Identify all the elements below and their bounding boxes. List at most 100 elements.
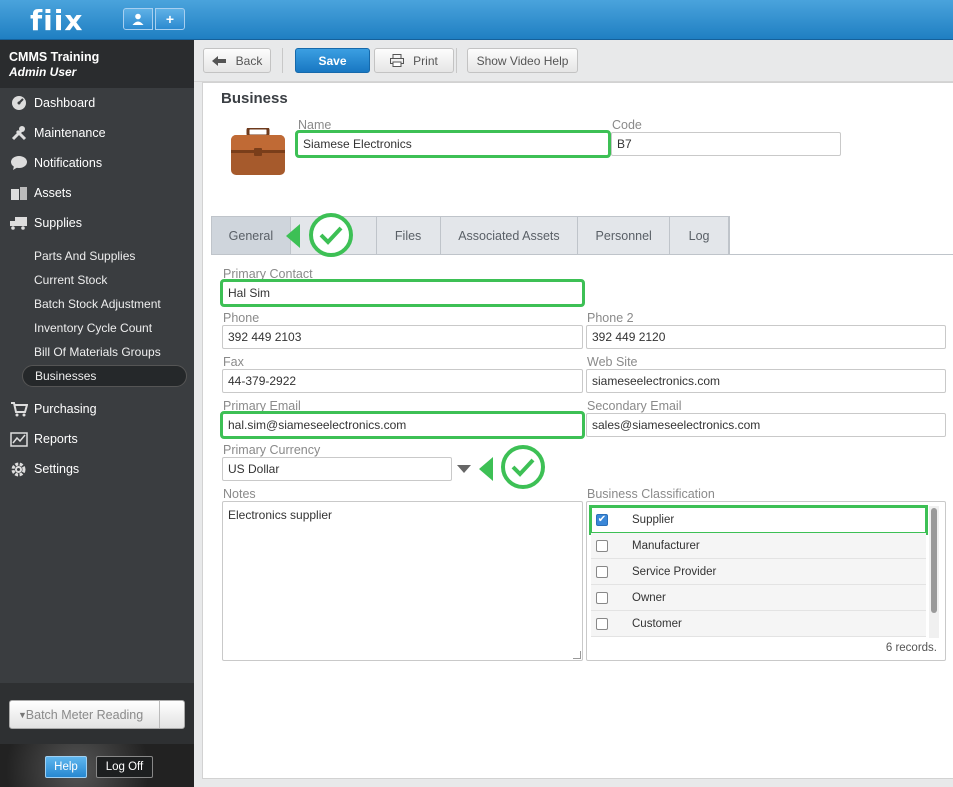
- phone-input[interactable]: 392 449 2103: [222, 325, 583, 349]
- classification-list: ✔ Supplier Manufacturer Service Provider…: [586, 501, 946, 661]
- truck-icon: [9, 214, 28, 232]
- sidebar-item-label: Settings: [34, 462, 80, 476]
- org-header: CMMS Training Admin User: [0, 40, 194, 88]
- phone-label: Phone: [223, 311, 260, 325]
- name-label: Name: [298, 118, 332, 132]
- checkbox-owner[interactable]: [596, 591, 608, 604]
- sidebar-subitem-current-stock[interactable]: Current Stock: [22, 269, 187, 291]
- checkbox-manufacturer[interactable]: [596, 539, 608, 552]
- currency-select[interactable]: US Dollar: [222, 457, 452, 481]
- phone2-input[interactable]: 392 449 2120: [586, 325, 946, 349]
- phone2-label: Phone 2: [587, 311, 634, 325]
- print-button[interactable]: Print: [374, 48, 454, 73]
- back-button[interactable]: Back: [203, 48, 271, 73]
- list-item[interactable]: Owner: [591, 585, 926, 611]
- list-item-label: Service Provider: [632, 565, 717, 578]
- classification-label: Business Classification: [587, 487, 715, 501]
- save-button[interactable]: Save: [295, 48, 370, 73]
- list-item[interactable]: Customer: [591, 611, 926, 637]
- scrollbar-thumb[interactable]: [931, 508, 937, 613]
- sidebar-subitem-bill-of-materials-groups[interactable]: Bill Of Materials Groups: [22, 341, 187, 363]
- cart-icon: [9, 400, 28, 418]
- list-item-label: Customer: [632, 617, 682, 630]
- print-label: Print: [413, 53, 438, 68]
- tools-icon: [9, 124, 28, 142]
- secondary-email-input[interactable]: sales@siameseelectronics.com: [586, 413, 946, 437]
- sidebar-item-label: Purchasing: [34, 402, 97, 416]
- user-button[interactable]: [123, 8, 153, 30]
- notes-textarea[interactable]: Electronics supplier: [222, 501, 583, 661]
- sidebar-item-label: Maintenance: [34, 126, 106, 140]
- sidebar-item-label: Supplies: [34, 216, 82, 230]
- notes-label: Notes: [223, 487, 256, 501]
- currency-label: Primary Currency: [223, 443, 321, 457]
- tab-associated-assets[interactable]: Associated Assets: [441, 217, 579, 255]
- sidebar-item-assets[interactable]: Assets: [0, 179, 194, 207]
- user-icon: [132, 13, 144, 25]
- list-item[interactable]: ✔ Supplier: [589, 505, 928, 535]
- sidebar-item-label: Reports: [34, 432, 78, 446]
- checkbox-supplier[interactable]: ✔: [596, 513, 608, 526]
- sidebar-item-purchasing[interactable]: Purchasing: [0, 395, 194, 423]
- list-item-label: Owner: [632, 591, 666, 604]
- tab-log[interactable]: Log: [670, 217, 729, 255]
- batch-meter-label: Batch Meter Reading: [10, 701, 160, 728]
- secondary-email-label: Secondary Email: [587, 399, 682, 413]
- sidebar-subitem-batch-stock-adjustment[interactable]: Batch Stock Adjustment: [22, 293, 187, 315]
- checkbox-service-provider[interactable]: [596, 565, 608, 578]
- sidebar-subitem-businesses[interactable]: Businesses: [22, 365, 187, 387]
- gear-icon: [9, 460, 28, 478]
- checkmark-icon: [309, 213, 353, 257]
- code-input[interactable]: B7: [611, 132, 841, 156]
- sidebar-subitem-parts-and-supplies[interactable]: Parts And Supplies: [22, 245, 187, 267]
- briefcase-icon: [230, 126, 286, 176]
- fiix-logo[interactable]: fiix: [30, 4, 83, 37]
- batch-meter-area: Batch Meter Reading ▼: [0, 683, 194, 744]
- sidebar-item-notifications[interactable]: Notifications: [0, 149, 194, 177]
- list-item-label: Manufacturer: [632, 539, 700, 552]
- printer-icon: [390, 54, 405, 67]
- toolbar: Back Save Print Show Video Help: [194, 40, 953, 82]
- sidebar-item-supplies[interactable]: Supplies: [0, 209, 194, 237]
- log-off-button[interactable]: Log Off: [96, 756, 153, 778]
- fax-label: Fax: [223, 355, 244, 369]
- sidebar-item-maintenance[interactable]: Maintenance: [0, 119, 194, 147]
- org-role: Admin User: [9, 65, 77, 79]
- sidebar-item-label: Dashboard: [34, 96, 96, 110]
- primary-email-label: Primary Email: [223, 399, 301, 413]
- name-input[interactable]: Siamese Electronics: [295, 130, 611, 158]
- dashboard-icon: [9, 94, 28, 112]
- primary-email-input[interactable]: hal.sim@siameseelectronics.com: [220, 411, 585, 439]
- sidebar: CMMS Training Admin User Dashboard Maint…: [0, 40, 194, 787]
- scrollbar[interactable]: [929, 506, 939, 638]
- resize-handle[interactable]: [573, 651, 581, 659]
- show-video-help-button[interactable]: Show Video Help: [467, 48, 578, 73]
- back-arrow-icon: [211, 55, 226, 66]
- sidebar-item-settings[interactable]: Settings: [0, 455, 194, 483]
- sidebar-item-label: Notifications: [34, 156, 103, 170]
- sidebar-subitem-inventory-cycle-count[interactable]: Inventory Cycle Count: [22, 317, 187, 339]
- notes-text: Electronics supplier: [228, 508, 333, 522]
- plus-icon: +: [165, 11, 175, 27]
- tab-personnel[interactable]: Personnel: [578, 217, 671, 255]
- code-label: Code: [612, 118, 642, 132]
- tab-general[interactable]: General: [212, 217, 291, 255]
- help-button[interactable]: Help: [45, 756, 87, 778]
- website-input[interactable]: siameseelectronics.com: [586, 369, 946, 393]
- fax-input[interactable]: 44-379-2922: [222, 369, 583, 393]
- sidebar-item-dashboard[interactable]: Dashboard: [0, 89, 194, 117]
- batch-meter-reading-button[interactable]: Batch Meter Reading ▼: [9, 700, 185, 729]
- checkbox-customer[interactable]: [596, 617, 608, 630]
- list-item[interactable]: Manufacturer: [591, 533, 926, 559]
- add-button[interactable]: +: [155, 8, 185, 30]
- tab-files[interactable]: Files: [377, 217, 441, 255]
- sidebar-item-reports[interactable]: Reports: [0, 425, 194, 453]
- chevron-down-icon[interactable]: [457, 465, 471, 473]
- org-name: CMMS Training: [9, 50, 100, 64]
- toolbar-divider: [282, 48, 283, 73]
- checkmark-icon: [501, 445, 545, 489]
- boxes-icon: [9, 184, 28, 202]
- primary-contact-input[interactable]: Hal Sim: [220, 279, 585, 307]
- list-item[interactable]: Service Provider: [591, 559, 926, 585]
- business-form-panel: Business Name Siamese Electronics Code B…: [202, 82, 953, 779]
